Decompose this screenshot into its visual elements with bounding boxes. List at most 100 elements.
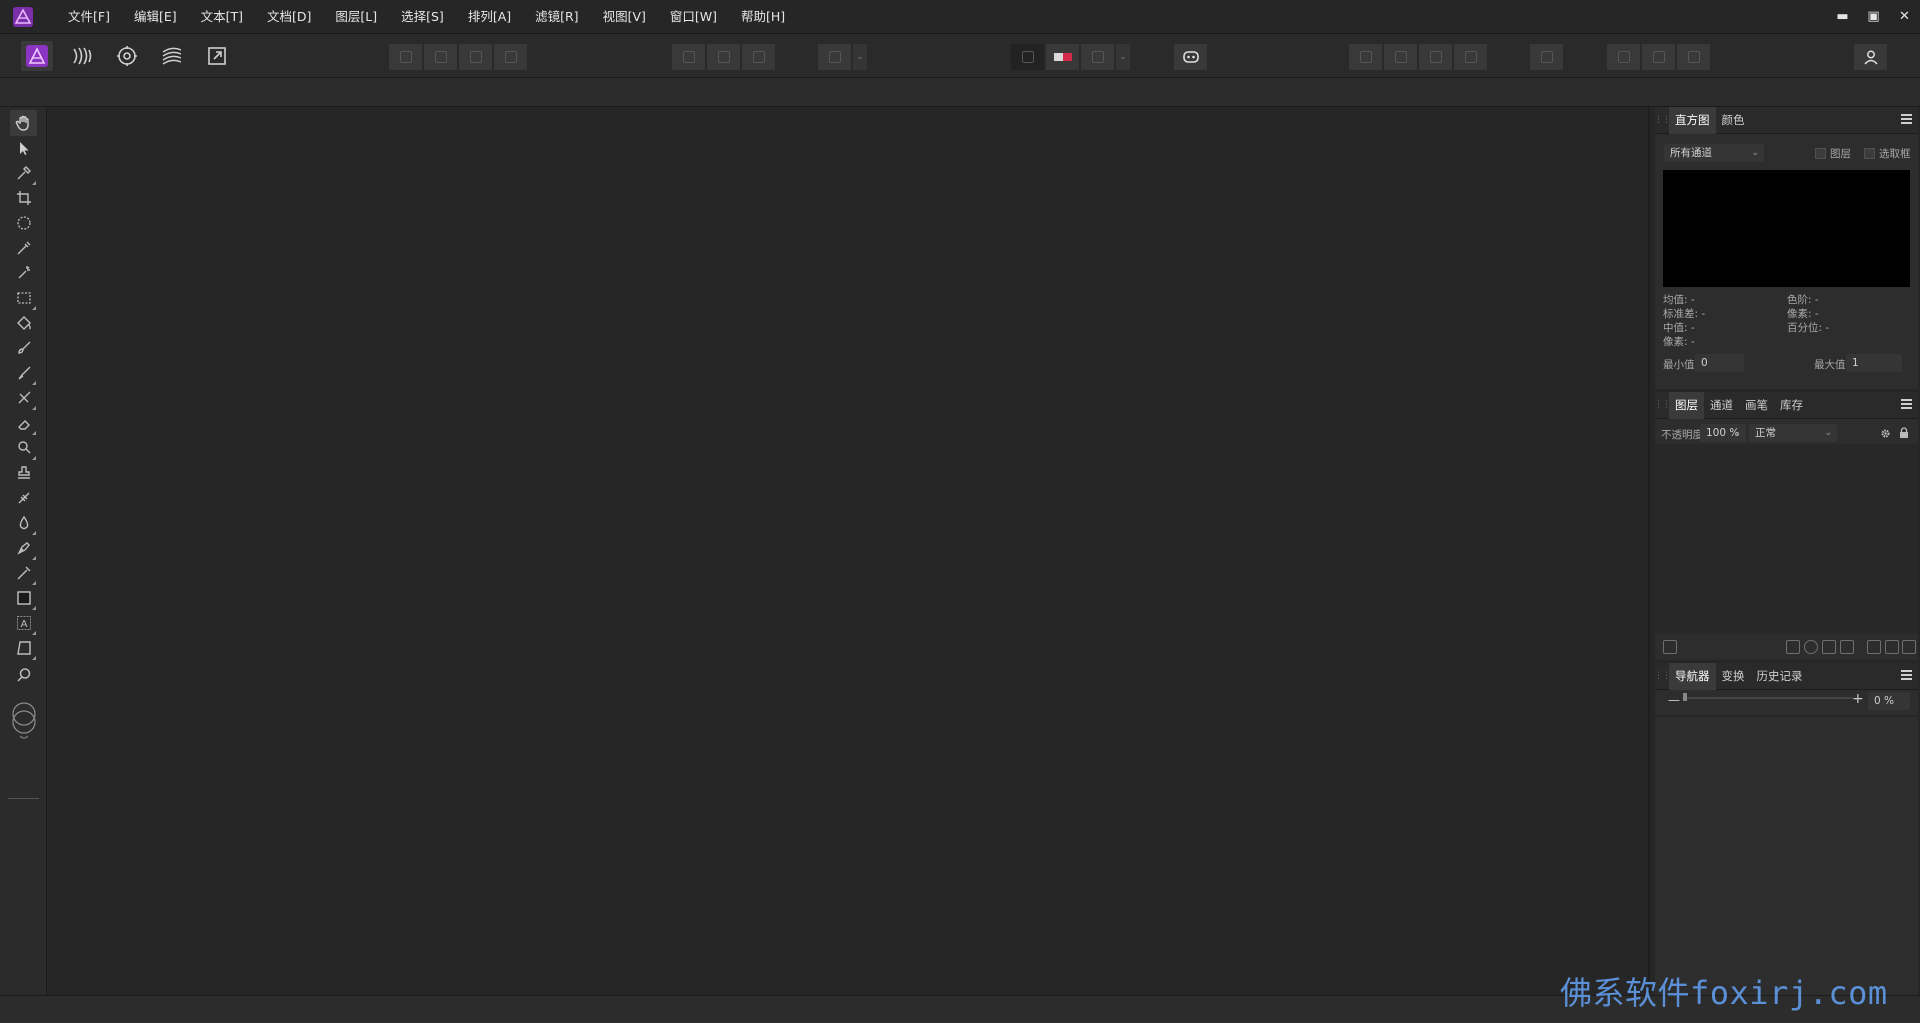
align-button[interactable]	[1530, 44, 1563, 70]
flip-horizontal-button[interactable]	[1607, 44, 1640, 70]
rectangle-tool[interactable]	[10, 585, 37, 611]
panel-menu-icon[interactable]	[1901, 670, 1912, 681]
tab-navigator[interactable]: 导航器	[1669, 662, 1716, 690]
channel-select[interactable]: 所有通道 ⌄	[1664, 144, 1764, 162]
close-button[interactable]: ✕	[1889, 0, 1920, 33]
menu-view[interactable]: 视图[V]	[591, 0, 658, 33]
tab-layers[interactable]: 图层	[1669, 391, 1704, 419]
magic-wand-tool[interactable]	[10, 260, 37, 286]
tab-brushes[interactable]: 画笔	[1739, 392, 1774, 419]
auto-contrast-button[interactable]	[424, 44, 457, 70]
adjustment-layer-icon[interactable]	[1804, 640, 1818, 654]
move-back-one-button[interactable]	[1384, 44, 1417, 70]
layer-duplicate-icon[interactable]	[1663, 640, 1677, 654]
menu-layer[interactable]: 图层[L]	[323, 0, 389, 33]
move-forward-one-button[interactable]	[1419, 44, 1452, 70]
crop-tool[interactable]	[10, 185, 37, 211]
tab-histogram[interactable]: 直方图	[1669, 106, 1716, 134]
auto-white-balance-button[interactable]	[494, 44, 527, 70]
panel-grip-icon[interactable]: ⋮⋮	[1654, 392, 1671, 419]
view-mode-dropdown[interactable]: ⌄	[853, 44, 867, 70]
erase-brush-tool[interactable]	[10, 410, 37, 436]
gear-icon[interactable]	[1880, 428, 1891, 439]
selection-checkbox[interactable]	[1864, 148, 1875, 159]
document-canvas[interactable]	[47, 107, 1648, 995]
move-to-front-button[interactable]	[1454, 44, 1487, 70]
account-button[interactable]	[1854, 44, 1887, 70]
min-value-field[interactable]: 0	[1695, 354, 1744, 372]
color-picker-tool[interactable]	[10, 160, 37, 186]
snapping-button[interactable]	[1081, 44, 1114, 70]
mask-mode-button[interactable]	[672, 44, 705, 70]
color-mode-button[interactable]	[1046, 44, 1079, 70]
live-filter-icon[interactable]	[1840, 640, 1854, 654]
layers-list[interactable]	[1655, 444, 1918, 634]
panel-menu-icon[interactable]	[1901, 114, 1912, 125]
pixel-brush-tool[interactable]	[10, 360, 37, 386]
node-tool[interactable]	[10, 560, 37, 586]
grid-snap-button[interactable]	[1011, 44, 1044, 70]
auto-levels-button[interactable]	[389, 44, 422, 70]
rotate-button[interactable]	[1677, 44, 1710, 70]
tab-transform[interactable]: 变换	[1716, 663, 1751, 690]
tab-stock[interactable]: 库存	[1774, 392, 1809, 419]
clone-brush-tool[interactable]	[10, 460, 37, 486]
zoom-in-button[interactable]: +	[1852, 691, 1864, 707]
menu-text[interactable]: 文本[T]	[189, 0, 255, 33]
zoom-slider[interactable]	[1683, 697, 1853, 699]
menu-arrange[interactable]: 排列[A]	[456, 0, 523, 33]
selection-brush-tool[interactable]	[10, 210, 37, 236]
zoom-slider-handle[interactable]	[1683, 693, 1687, 701]
flood-fill-tool[interactable]	[10, 310, 37, 336]
zoom-tool[interactable]	[10, 662, 37, 688]
blur-brush-tool[interactable]	[10, 510, 37, 536]
flip-vertical-button[interactable]	[1642, 44, 1675, 70]
zoom-value-field[interactable]: 0 %	[1868, 692, 1910, 710]
tab-channels[interactable]: 通道	[1704, 392, 1739, 419]
mixer-brush-tool[interactable]	[10, 385, 37, 411]
quick-mask-button[interactable]	[707, 44, 740, 70]
menu-help[interactable]: 帮助[H]	[729, 0, 797, 33]
marquee-tool[interactable]	[10, 285, 37, 311]
artistic-text-tool[interactable]: A	[10, 610, 37, 636]
flood-select-tool[interactable]	[10, 235, 37, 261]
panel-menu-icon[interactable]	[1901, 399, 1912, 410]
menu-document[interactable]: 文档[D]	[255, 0, 323, 33]
layer-checkbox[interactable]	[1815, 148, 1826, 159]
tab-color[interactable]: 颜色	[1716, 107, 1751, 134]
trash-icon[interactable]	[1902, 640, 1916, 654]
panel-grip-icon[interactable]: ⋮⋮	[1654, 663, 1671, 690]
move-tool[interactable]	[10, 135, 37, 161]
affinity-photo-logo-icon[interactable]	[12, 6, 34, 28]
pen-tool[interactable]	[10, 535, 37, 561]
folder-icon[interactable]	[1867, 640, 1881, 654]
menu-window[interactable]: 窗口[W]	[658, 0, 729, 33]
export-persona-icon[interactable]	[201, 41, 233, 71]
tone-mapping-persona-icon[interactable]	[156, 41, 188, 71]
maximize-button[interactable]: ▣	[1858, 0, 1889, 33]
menu-edit[interactable]: 编辑[E]	[122, 0, 189, 33]
view-tool[interactable]	[10, 110, 37, 136]
refine-selection-button[interactable]	[742, 44, 775, 70]
new-pixel-layer-icon[interactable]	[1885, 640, 1899, 654]
dodge-brush-tool[interactable]	[10, 435, 37, 461]
view-mode-button[interactable]	[818, 44, 851, 70]
move-to-back-button[interactable]	[1349, 44, 1382, 70]
photo-persona-icon[interactable]	[21, 41, 53, 71]
paint-brush-tool[interactable]	[10, 335, 37, 361]
fx-icon[interactable]	[1822, 640, 1836, 654]
blend-mode-select[interactable]: 正常 ⌄	[1749, 424, 1837, 442]
minimize-button[interactable]: ▬	[1827, 0, 1858, 33]
max-value-field[interactable]: 1	[1846, 354, 1902, 372]
develop-persona-icon[interactable]	[111, 41, 143, 71]
tab-history[interactable]: 历史记录	[1751, 663, 1809, 690]
liquify-persona-icon[interactable]	[66, 41, 98, 71]
auto-colors-button[interactable]	[459, 44, 492, 70]
healing-brush-tool[interactable]	[10, 485, 37, 511]
mesh-warp-tool[interactable]	[10, 635, 37, 661]
lock-icon[interactable]	[1899, 427, 1909, 439]
menu-file[interactable]: 文件[F]	[56, 0, 122, 33]
assistant-button[interactable]	[1174, 44, 1207, 70]
panel-grip-icon[interactable]: ⋮⋮	[1654, 107, 1671, 134]
menu-filters[interactable]: 滤镜[R]	[523, 0, 590, 33]
